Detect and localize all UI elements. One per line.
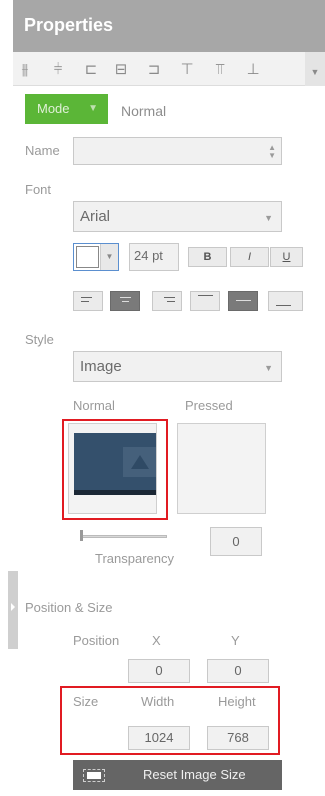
highlight-box-size	[60, 686, 280, 755]
reset-image-size-button[interactable]: Reset Image Size	[73, 760, 282, 790]
pressed-state-image[interactable]	[177, 423, 266, 514]
transparency-input[interactable]: 0	[210, 527, 262, 556]
color-swatch	[76, 246, 99, 268]
underline-button[interactable]: U	[270, 247, 303, 267]
align-top-icon[interactable]: ⊤	[177, 59, 197, 79]
text-align-center-button[interactable]	[110, 291, 140, 311]
transparency-slider-handle[interactable]	[80, 530, 83, 541]
italic-button[interactable]: I	[230, 247, 269, 267]
font-label: Font	[25, 182, 52, 197]
text-align-left-button[interactable]	[73, 291, 103, 311]
y-label: Y	[231, 633, 240, 648]
align-center-icon	[118, 297, 133, 306]
transparency-slider[interactable]	[82, 535, 167, 538]
align-left-icon[interactable]: ⊏	[81, 59, 101, 79]
align-left-edges-icon[interactable]: ⫵	[15, 59, 35, 79]
position-size-label: Position & Size	[25, 600, 113, 615]
align-center-h-icon[interactable]: ⫩	[48, 59, 68, 79]
normal-state-label: Normal	[73, 398, 115, 413]
valign-top-icon	[198, 295, 213, 306]
transparency-label: Transparency	[95, 551, 174, 566]
font-size-field[interactable]: 24 pt	[129, 243, 179, 271]
mode-value: Normal	[121, 103, 167, 119]
valign-middle-icon	[236, 297, 251, 306]
text-align-right-button[interactable]	[152, 291, 182, 311]
name-label: Name	[25, 143, 60, 158]
toolbar-more-icon[interactable]: ▼	[305, 52, 325, 86]
highlight-box-normal	[62, 419, 168, 520]
chevron-down-icon: ▼	[100, 244, 118, 270]
align-left-icon	[81, 297, 96, 306]
valign-top-button[interactable]	[190, 291, 220, 311]
valign-middle-button[interactable]	[228, 291, 258, 311]
align-right-icon[interactable]: ⊐	[144, 59, 164, 79]
font-color-picker[interactable]: ▼	[73, 243, 119, 271]
chevron-down-icon: ▼	[264, 213, 273, 223]
align-middle-icon[interactable]: ⫪	[210, 59, 230, 79]
style-label: Style	[25, 332, 54, 347]
position-x-input[interactable]: 0	[128, 659, 190, 683]
valign-bottom-button[interactable]	[268, 291, 303, 311]
spinner-icon[interactable]: ▲ ▼	[268, 144, 276, 160]
resize-icon	[83, 769, 105, 782]
chevron-down-icon: ▼	[264, 363, 273, 373]
pressed-state-label: Pressed	[185, 398, 233, 413]
x-label: X	[152, 633, 161, 648]
chevron-down-icon: ▼	[88, 103, 98, 114]
valign-bottom-icon	[276, 297, 291, 306]
style-select[interactable]: Image ▼	[73, 351, 282, 382]
alignment-toolbar: ⫵ ⫩ ⊏ ⊟ ⊐ ⊤ ⫪ ⊥ ▼	[13, 52, 325, 86]
panel-title: Properties	[24, 15, 114, 35]
align-bottom-icon[interactable]: ⊥	[243, 59, 263, 79]
reset-image-size-label: Reset Image Size	[143, 767, 246, 782]
position-y-input[interactable]: 0	[207, 659, 269, 683]
font-family-select[interactable]: Arial ▼	[73, 201, 282, 232]
position-label: Position	[73, 633, 120, 648]
mode-label: Mode	[37, 101, 70, 116]
panel-title-bar: Properties	[13, 0, 325, 52]
panel-collapse-tab[interactable]	[8, 571, 18, 649]
name-input[interactable]: ▲ ▼	[73, 137, 282, 165]
mode-dropdown-button[interactable]: Mode ▼	[25, 94, 108, 124]
bold-button[interactable]: B	[188, 247, 227, 267]
align-center-icon[interactable]: ⊟	[111, 59, 131, 79]
align-right-icon	[160, 297, 175, 306]
